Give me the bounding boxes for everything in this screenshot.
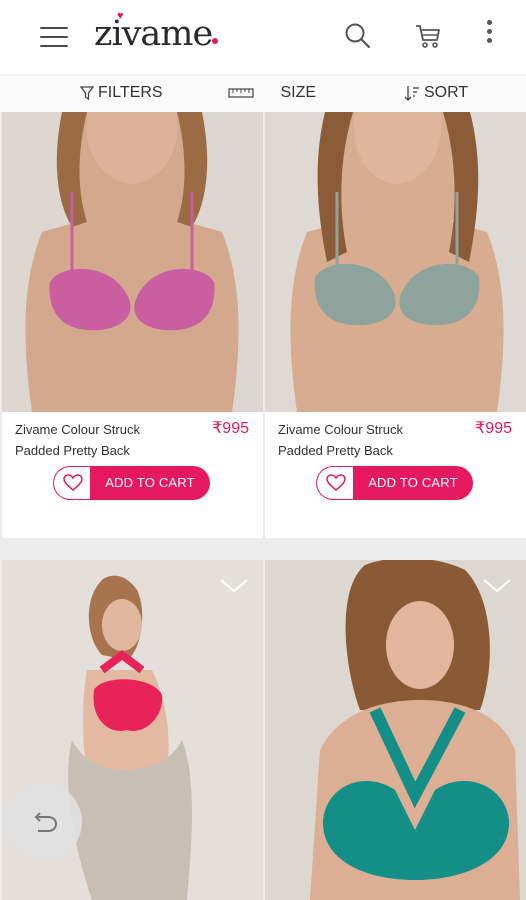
logo-dot bbox=[212, 38, 218, 44]
zivame-logo[interactable]: zivame bbox=[94, 14, 213, 54]
product-card[interactable] bbox=[265, 560, 526, 900]
sort-label: SORT bbox=[424, 84, 469, 101]
add-to-cart-button[interactable]: ADD TO CART bbox=[353, 466, 473, 500]
chevron-down-icon[interactable] bbox=[219, 578, 249, 594]
filters-button[interactable]: FILTERS bbox=[79, 74, 163, 112]
product-title[interactable]: Zivame Colour Struck Padded Pretty Back bbox=[278, 419, 458, 461]
search-icon[interactable] bbox=[344, 22, 372, 50]
wishlist-button[interactable] bbox=[317, 467, 353, 499]
product-title[interactable]: Zivame Colour Struck Padded Pretty Back bbox=[15, 419, 195, 461]
chevron-down-icon[interactable] bbox=[482, 578, 512, 594]
logo-heart-icon: ♥ bbox=[117, 10, 124, 22]
cart-icon[interactable] bbox=[414, 22, 442, 50]
size-label: SIZE bbox=[280, 84, 317, 101]
funnel-icon bbox=[79, 86, 95, 100]
product-title-line1: Zivame Colour Struck bbox=[15, 422, 140, 437]
product-card[interactable]: Zivame Colour Struck Padded Pretty Back … bbox=[265, 112, 526, 538]
ruler-icon bbox=[228, 88, 254, 98]
app-header: zivame ♥ bbox=[0, 0, 526, 74]
product-price: ₹995 bbox=[212, 420, 249, 437]
wishlist-cart-group: ADD TO CART bbox=[316, 466, 473, 500]
product-title-line2: Padded Pretty Back bbox=[15, 443, 130, 458]
product-image[interactable] bbox=[265, 112, 526, 412]
back-floating-button[interactable] bbox=[4, 783, 82, 861]
sort-button[interactable]: SORT bbox=[404, 74, 468, 112]
size-button[interactable]: SIZE bbox=[228, 74, 316, 112]
product-title-line1: Zivame Colour Struck bbox=[278, 422, 403, 437]
heart-icon bbox=[326, 474, 346, 491]
heart-icon bbox=[63, 474, 83, 491]
product-image[interactable] bbox=[265, 560, 526, 900]
wishlist-button[interactable] bbox=[54, 467, 90, 499]
add-to-cart-button[interactable]: ADD TO CART bbox=[90, 466, 210, 500]
filter-bar: FILTERS SIZE SORT bbox=[0, 74, 526, 112]
product-image[interactable] bbox=[2, 112, 263, 412]
product-card[interactable]: Zivame Colour Struck Padded Pretty Back … bbox=[2, 112, 263, 538]
filters-label: FILTERS bbox=[98, 84, 163, 101]
more-vertical-icon[interactable] bbox=[482, 20, 496, 50]
wishlist-cart-group: ADD TO CART bbox=[53, 466, 210, 500]
product-title-line2: Padded Pretty Back bbox=[278, 443, 393, 458]
product-listing-page: zivame ♥ FILTERS SIZE SORT Zivame Colour… bbox=[0, 0, 526, 900]
product-price: ₹995 bbox=[475, 420, 512, 437]
sort-icon bbox=[404, 85, 419, 101]
hamburger-menu-icon[interactable] bbox=[40, 27, 68, 47]
undo-icon bbox=[34, 812, 58, 832]
